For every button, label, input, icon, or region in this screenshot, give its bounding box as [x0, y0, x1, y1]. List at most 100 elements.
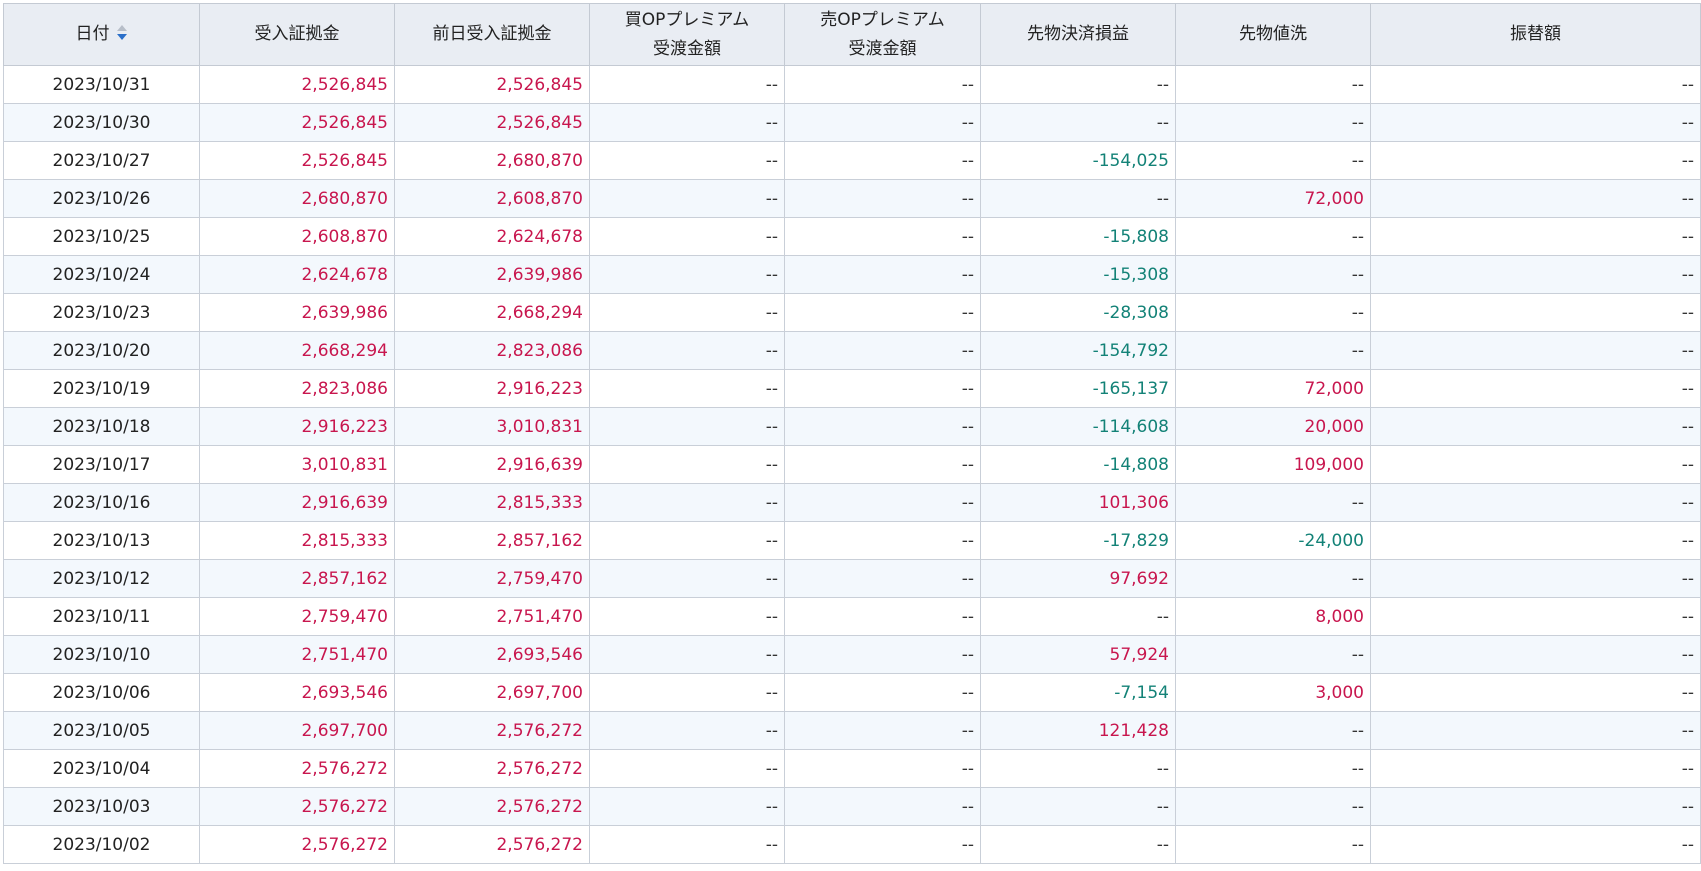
transfer-cell: -- — [1370, 521, 1701, 560]
prev-margin-cell: 2,916,223 — [394, 369, 590, 408]
futures-settlement-pl-cell: -15,308 — [980, 255, 1176, 294]
futures-settlement-pl-cell: -- — [980, 749, 1176, 788]
date-cell: 2023/10/04 — [3, 749, 200, 788]
transfer-cell: -- — [1370, 179, 1701, 218]
margin-cell: 2,697,700 — [199, 711, 395, 750]
futures-settlement-pl-cell: -- — [980, 103, 1176, 142]
futures-mtm-cell: -- — [1175, 825, 1371, 864]
futures-mtm-cell: 72,000 — [1175, 179, 1371, 218]
futures-mtm-cell: 3,000 — [1175, 673, 1371, 712]
column-header-sublabel: 受渡金額 — [653, 38, 721, 59]
futures-mtm-cell: -- — [1175, 749, 1371, 788]
table-row: 2023/10/31 2,526,845 2,526,845 -- -- -- -- -- — [3, 65, 1701, 104]
column-header-label: 前日受入証拠金 — [432, 24, 552, 44]
prev-margin-cell: 2,576,272 — [394, 825, 590, 864]
table-row: 2023/10/10 2,751,470 2,693,546 -- -- 57,924 --… — [3, 635, 1701, 674]
margin-cell: 2,526,845 — [199, 65, 395, 104]
prev-margin-cell: 3,010,831 — [394, 407, 590, 446]
column-header-label: 日付 — [75, 24, 110, 44]
transfer-cell: -- — [1370, 673, 1701, 712]
futures-mtm-cell: 8,000 — [1175, 597, 1371, 636]
prev-margin-cell: 2,823,086 — [394, 331, 590, 370]
margin-cell: 2,916,223 — [199, 407, 395, 446]
futures-mtm-cell: -- — [1175, 217, 1371, 256]
futures-mtm-cell: -- — [1175, 293, 1371, 332]
futures-mtm-cell: -- — [1175, 255, 1371, 294]
futures-settlement-pl-cell: -- — [980, 597, 1176, 636]
table-row: 2023/10/24 2,624,678 2,639,986 -- -- -15,308-… — [3, 255, 1701, 294]
buy-op-premium-cell: -- — [589, 331, 785, 370]
table-row: 2023/10/13 2,815,333 2,857,162 -- -- -17,829-… — [3, 521, 1701, 560]
sell-op-premium-cell: -- — [784, 597, 981, 636]
sell-op-premium-cell: -- — [784, 559, 981, 598]
table-row: 2023/10/06 2,693,546 2,697,700 -- -- -7,154 3,… — [3, 673, 1701, 712]
buy-op-premium-cell: -- — [589, 103, 785, 142]
column-header-label: 買OPプレミアム — [624, 9, 750, 30]
column-header-margin: 受入証拠金 — [199, 3, 395, 66]
prev-margin-cell: 2,576,272 — [394, 711, 590, 750]
sell-op-premium-cell: -- — [784, 217, 981, 256]
margin-cell: 2,526,845 — [199, 103, 395, 142]
sell-op-premium-cell: -- — [784, 141, 981, 180]
futures-settlement-pl-cell: -- — [980, 825, 1176, 864]
margin-cell: 2,526,845 — [199, 141, 395, 180]
margin-history-table-container: 日付 受入証拠金 前日受入証拠金 買OPプレミアム 受渡金額 売OPプレミアム … — [3, 3, 1701, 864]
sell-op-premium-cell: -- — [784, 635, 981, 674]
transfer-cell: -- — [1370, 635, 1701, 674]
margin-cell: 2,624,678 — [199, 255, 395, 294]
transfer-cell: -- — [1370, 787, 1701, 826]
date-cell: 2023/10/26 — [3, 179, 200, 218]
futures-settlement-pl-cell: -114,608 — [980, 407, 1176, 446]
date-cell: 2023/10/24 — [3, 255, 200, 294]
buy-op-premium-cell: -- — [589, 217, 785, 256]
prev-margin-cell: 2,680,870 — [394, 141, 590, 180]
futures-mtm-cell: -- — [1175, 103, 1371, 142]
transfer-cell: -- — [1370, 597, 1701, 636]
column-header-sell-op-premium: 売OPプレミアム 受渡金額 — [784, 3, 981, 66]
futures-settlement-pl-cell: -154,792 — [980, 331, 1176, 370]
date-cell: 2023/10/03 — [3, 787, 200, 826]
sell-op-premium-cell: -- — [784, 293, 981, 332]
sell-op-premium-cell: -- — [784, 711, 981, 750]
futures-settlement-pl-cell: -154,025 — [980, 141, 1176, 180]
sort-descending-icon[interactable] — [116, 24, 128, 42]
column-header-prev-margin: 前日受入証拠金 — [394, 3, 590, 66]
futures-mtm-cell: -- — [1175, 787, 1371, 826]
date-cell: 2023/10/10 — [3, 635, 200, 674]
table-row: 2023/10/20 2,668,294 2,823,086 -- -- -154,792… — [3, 331, 1701, 370]
buy-op-premium-cell: -- — [589, 179, 785, 218]
sell-op-premium-cell: -- — [784, 179, 981, 218]
prev-margin-cell: 2,751,470 — [394, 597, 590, 636]
prev-margin-cell: 2,857,162 — [394, 521, 590, 560]
margin-cell: 2,815,333 — [199, 521, 395, 560]
column-header-buy-op-premium: 買OPプレミアム 受渡金額 — [589, 3, 785, 66]
column-header-date[interactable]: 日付 — [3, 3, 200, 66]
date-cell: 2023/10/27 — [3, 141, 200, 180]
buy-op-premium-cell: -- — [589, 445, 785, 484]
futures-settlement-pl-cell: 101,306 — [980, 483, 1176, 522]
futures-settlement-pl-cell: -165,137 — [980, 369, 1176, 408]
transfer-cell: -- — [1370, 559, 1701, 598]
buy-op-premium-cell: -- — [589, 787, 785, 826]
futures-mtm-cell: -- — [1175, 141, 1371, 180]
futures-settlement-pl-cell: 97,692 — [980, 559, 1176, 598]
margin-cell: 2,916,639 — [199, 483, 395, 522]
table-row: 2023/10/05 2,697,700 2,576,272 -- -- 121,428-… — [3, 711, 1701, 750]
table-row: 2023/10/03 2,576,272 2,576,272 -- -- -- -- -- — [3, 787, 1701, 826]
transfer-cell: -- — [1370, 711, 1701, 750]
prev-margin-cell: 2,576,272 — [394, 749, 590, 788]
futures-settlement-pl-cell: 121,428 — [980, 711, 1176, 750]
date-cell: 2023/10/19 — [3, 369, 200, 408]
sell-op-premium-cell: -- — [784, 103, 981, 142]
sell-op-premium-cell: -- — [784, 407, 981, 446]
prev-margin-cell: 2,526,845 — [394, 103, 590, 142]
column-header-label: 先物値洗 — [1239, 24, 1307, 44]
prev-margin-cell: 2,624,678 — [394, 217, 590, 256]
column-header-futures-settlement-pl: 先物決済損益 — [980, 3, 1176, 66]
buy-op-premium-cell: -- — [589, 673, 785, 712]
sell-op-premium-cell: -- — [784, 673, 981, 712]
margin-cell: 2,823,086 — [199, 369, 395, 408]
table-row: 2023/10/19 2,823,086 2,916,223 -- -- -165,137… — [3, 369, 1701, 408]
table-row: 2023/10/11 2,759,470 2,751,470 -- -- -- 8,000-… — [3, 597, 1701, 636]
futures-mtm-cell: -- — [1175, 483, 1371, 522]
